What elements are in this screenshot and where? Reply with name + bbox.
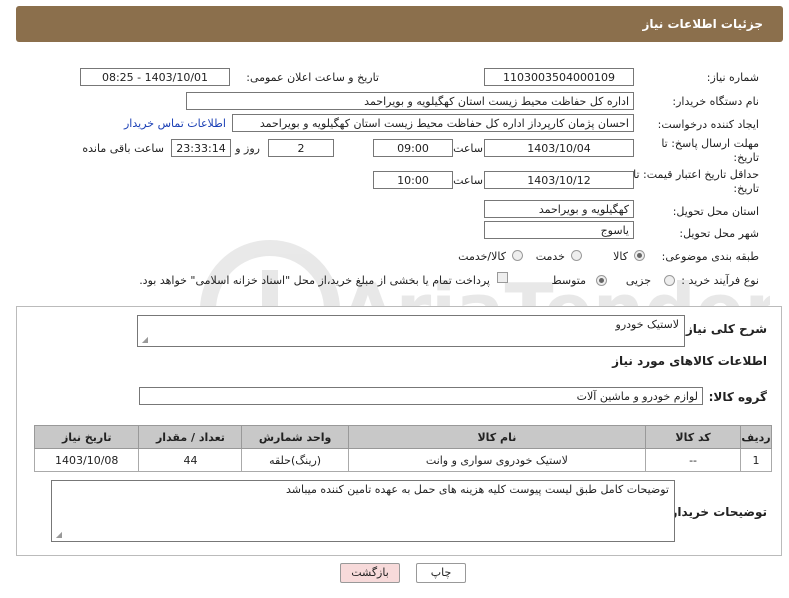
buyer-org-label: نام دستگاه خریدار: [672,95,759,108]
city-label: شهر محل تحویل: [679,227,759,240]
category-label: طبقه بندی موضوعی: [661,250,759,263]
cell-row-number: 1 [740,448,772,472]
price-validity-time-field[interactable]: 10:00 [373,171,453,189]
announce-field[interactable]: 1403/10/01 - 08:25 [80,68,230,86]
category-radio-service[interactable] [571,250,582,261]
general-desc-label: شرح کلی نیاز: [681,322,767,336]
treasury-payment-checkbox[interactable] [497,272,508,283]
treasury-payment-note: پرداخت تمام یا بخشی از مبلغ خرید،از محل … [139,274,490,287]
province-field[interactable]: کهگیلویه و بویراحمد [484,200,634,218]
buyer-org-field[interactable]: اداره کل حفاظت محیط زیست استان کهگیلویه … [186,92,634,110]
col-header-quantity: تعداد / مقدار [138,425,243,449]
category-option-goods: کالا [613,250,628,263]
back-button[interactable]: بازگشت [340,563,400,583]
cell-goods-name: لاستیک خودروی سواری و وانت [347,448,647,472]
category-option-service: خدمت [535,250,565,263]
deadline-time-label: ساعت [453,142,483,155]
col-header-unit: واحد شمارش [241,425,349,449]
process-label: نوع فرآیند خرید : [681,274,759,287]
category-radio-goods[interactable] [634,250,645,261]
price-validity-label-date: تاریخ: [733,182,759,195]
col-header-row-number: ردیف [740,425,772,449]
col-header-need-date: تاریخ نیاز [33,425,140,449]
process-radio-minor[interactable] [664,275,675,286]
province-label: استان محل تحویل: [672,205,759,218]
category-radio-goods-service[interactable] [512,250,523,261]
buyer-notes-label: توضیحات خریدار: [665,505,767,519]
remaining-time-field[interactable]: 23:33:14 [171,139,231,157]
remaining-label: ساعت باقی مانده [82,142,164,155]
process-option-minor: جزیی [625,274,651,287]
table-header-row: ردیف کد کالا نام کالا واحد شمارش تعداد /… [33,425,772,449]
deadline-label: مهلت ارسال پاسخ: تا [661,137,759,150]
resize-grip-icon[interactable]: ◢ [140,336,148,344]
cell-unit: (رینگ)حلقه [241,448,349,472]
col-header-goods-name: نام کالا [347,425,647,449]
buyer-notes-text: توضیحات کامل طبق لیست پیوست کلیه هزینه ه… [285,483,669,496]
deadline-label-date: تاریخ: [733,151,759,164]
price-validity-time-label: ساعت [453,174,483,187]
contact-buyer-link[interactable]: اطلاعات تماس خریدار [124,117,226,130]
page-header: جزئیات اطلاعات نیاز [16,6,783,42]
creator-label: ایجاد کننده درخواست: [657,118,759,131]
deadline-time-field[interactable]: 09:00 [373,139,453,157]
print-button[interactable]: چاپ [416,563,466,583]
cell-goods-code: -- [645,448,742,472]
process-option-medium: متوسط [551,274,586,287]
price-validity-label: حداقل تاریخ اعتبار قیمت: تا [633,168,759,181]
goods-group-label: گروه کالا: [708,390,767,404]
goods-group-field[interactable]: لوازم خودرو و ماشین آلات [139,387,703,405]
general-desc-textarea[interactable]: لاستیک خودرو ◢ [137,315,685,347]
col-header-goods-code: کد کالا [645,425,742,449]
announce-label: تاریخ و ساعت اعلان عمومی: [246,71,379,84]
category-option-goods-service: کالا/خدمت [458,250,506,263]
resize-grip-icon[interactable]: ◢ [54,531,62,539]
days-field[interactable]: 2 [268,139,334,157]
goods-table: ردیف کد کالا نام کالا واحد شمارش تعداد /… [33,425,772,472]
need-number-label: شماره نیاز: [706,71,759,84]
goods-info-title: اطلاعات کالاهای مورد نیاز [612,354,767,368]
creator-field[interactable]: احسان پژمان کارپرداز اداره کل حفاظت محیط… [232,114,634,132]
need-number-field[interactable]: 1103003504000109 [484,68,634,86]
days-label: روز و [235,142,260,155]
table-row[interactable]: 1 -- لاستیک خودروی سواری و وانت (رینگ)حل… [33,448,772,472]
cell-quantity: 44 [138,448,243,472]
price-validity-date-field[interactable]: 1403/10/12 [484,171,634,189]
buyer-notes-textarea[interactable]: توضیحات کامل طبق لیست پیوست کلیه هزینه ه… [51,480,675,542]
deadline-date-field[interactable]: 1403/10/04 [484,139,634,157]
general-desc-text: لاستیک خودرو [615,318,679,331]
city-field[interactable]: یاسوج [484,221,634,239]
cell-need-date: 1403/10/08 [33,448,140,472]
page-title: جزئیات اطلاعات نیاز [642,17,763,31]
process-radio-medium[interactable] [596,275,607,286]
